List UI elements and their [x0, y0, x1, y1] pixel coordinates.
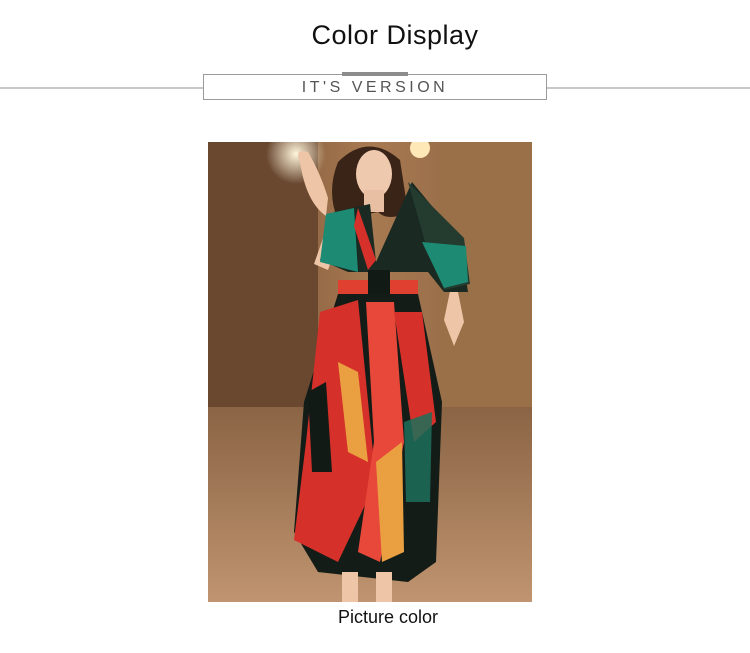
subtitle-box: IT'S VERSION — [203, 74, 547, 100]
subtitle-text: IT'S VERSION — [301, 79, 449, 96]
subtitle-accent-bar — [342, 72, 408, 76]
divider-left — [0, 87, 203, 89]
divider-right — [547, 87, 750, 89]
section-title: Color Display — [311, 20, 479, 50]
product-photo — [208, 142, 532, 602]
image-caption: Picture color — [337, 607, 439, 627]
